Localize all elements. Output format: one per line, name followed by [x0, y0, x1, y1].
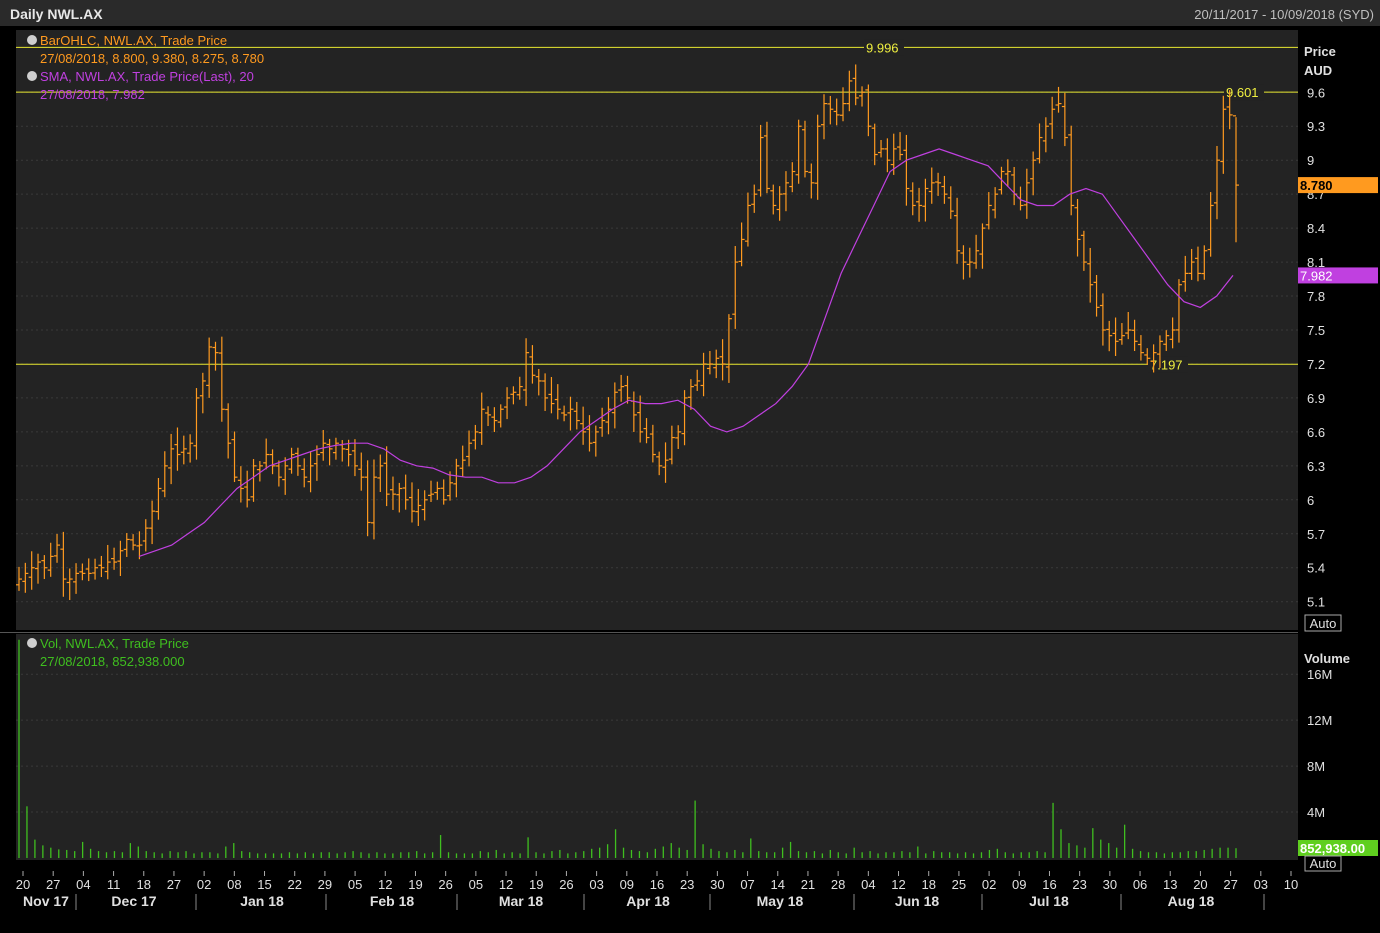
volume-last-tag-text: 852,938.00 — [1300, 841, 1365, 856]
x-day-label: 27 — [167, 877, 181, 892]
chart-title: Daily NWL.AX — [10, 6, 103, 22]
x-day-label: 03 — [589, 877, 603, 892]
x-day-label: 21 — [801, 877, 815, 892]
price-tick-label: 9.6 — [1307, 85, 1325, 100]
price-tick-label: 6.6 — [1307, 425, 1325, 440]
x-day-label: 23 — [680, 877, 694, 892]
x-day-label: 05 — [469, 877, 483, 892]
legend-sma-icon[interactable] — [27, 71, 37, 81]
volume-tick-label: 16M — [1307, 667, 1332, 682]
x-day-label: 30 — [1103, 877, 1117, 892]
x-day-label: 16 — [650, 877, 664, 892]
x-day-label: 04 — [76, 877, 90, 892]
x-day-label: 08 — [227, 877, 241, 892]
x-day-label: 20 — [1193, 877, 1207, 892]
price-tick-label: 5.7 — [1307, 527, 1325, 542]
volume-auto-label: Auto — [1310, 856, 1337, 871]
x-day-label: 12 — [378, 877, 392, 892]
legend-vol-icon[interactable] — [27, 638, 37, 648]
horizontal-line-label: 9.601 — [1226, 85, 1259, 100]
title-bar — [0, 0, 1380, 26]
x-day-label: 29 — [318, 877, 332, 892]
x-month-label: Apr 18 — [626, 893, 670, 909]
price-tick-label: 6.3 — [1307, 459, 1325, 474]
horizontal-line-label: 9.996 — [866, 40, 899, 55]
x-day-label: 26 — [559, 877, 573, 892]
x-day-label: 18 — [137, 877, 151, 892]
x-day-label: 28 — [831, 877, 845, 892]
price-axis-currency: AUD — [1304, 63, 1332, 78]
price-tick-label: 6 — [1307, 493, 1314, 508]
legend-ohlc-values: 27/08/2018, 8.800, 9.380, 8.275, 8.780 — [40, 51, 264, 66]
x-day-label: 27 — [46, 877, 60, 892]
x-day-label: 02 — [982, 877, 996, 892]
x-day-label: 03 — [1254, 877, 1268, 892]
price-tick-label: 7.2 — [1307, 357, 1325, 372]
volume-axis-title: Volume — [1304, 651, 1350, 666]
x-day-label: 19 — [529, 877, 543, 892]
legend-vol-title: Vol, NWL.AX, Trade Price — [40, 636, 189, 651]
x-day-label: 22 — [287, 877, 301, 892]
price-tick-label: 7.5 — [1307, 323, 1325, 338]
date-range: 20/11/2017 - 10/09/2018 (SYD) — [1194, 7, 1374, 22]
x-month-label: Jan 18 — [240, 893, 284, 909]
x-month-label: Mar 18 — [499, 893, 544, 909]
volume-plot-area[interactable] — [16, 634, 1298, 860]
x-day-label: 15 — [257, 877, 271, 892]
x-month-label: Jun 18 — [895, 893, 940, 909]
x-day-label: 27 — [1223, 877, 1237, 892]
x-day-label: 06 — [1133, 877, 1147, 892]
x-month-label: May 18 — [757, 893, 804, 909]
stock-chart: Daily NWL.AX 20/11/2017 - 10/09/2018 (SY… — [0, 0, 1380, 933]
legend-sma-values: 27/08/2018, 7.982 — [40, 87, 145, 102]
x-month-label: Aug 18 — [1168, 893, 1215, 909]
price-tick-label: 9 — [1307, 153, 1314, 168]
legend-ohlc-title: BarOHLC, NWL.AX, Trade Price — [40, 33, 227, 48]
x-month-label: Jul 18 — [1029, 893, 1069, 909]
x-day-label: 04 — [861, 877, 875, 892]
x-day-label: 30 — [710, 877, 724, 892]
sma-tag-text: 7.982 — [1300, 268, 1333, 283]
volume-tick-label: 8M — [1307, 759, 1325, 774]
x-day-label: 20 — [16, 877, 30, 892]
volume-tick-label: 4M — [1307, 805, 1325, 820]
price-tick-label: 5.4 — [1307, 561, 1325, 576]
x-day-label: 25 — [952, 877, 966, 892]
price-axis-title: Price — [1304, 44, 1336, 59]
legend-vol-values: 27/08/2018, 852,938.000 — [40, 654, 185, 669]
price-tick-label: 7.8 — [1307, 289, 1325, 304]
x-day-label: 19 — [408, 877, 422, 892]
x-day-label: 12 — [891, 877, 905, 892]
x-day-label: 07 — [740, 877, 754, 892]
x-day-label: 09 — [620, 877, 634, 892]
last-price-tag-text: 8.780 — [1300, 178, 1333, 193]
x-day-label: 12 — [499, 877, 513, 892]
x-day-label: 02 — [197, 877, 211, 892]
legend-sma-title: SMA, NWL.AX, Trade Price(Last), 20 — [40, 69, 254, 84]
horizontal-line-label: 7.197 — [1150, 357, 1183, 372]
x-day-label: 11 — [107, 877, 121, 892]
price-auto-label: Auto — [1310, 616, 1337, 631]
x-day-label: 10 — [1284, 877, 1298, 892]
x-month-label: Nov 17 — [23, 893, 69, 909]
volume-tick-label: 12M — [1307, 713, 1332, 728]
x-day-label: 09 — [1012, 877, 1026, 892]
legend-ohlc-icon[interactable] — [27, 35, 37, 45]
x-day-label: 05 — [348, 877, 362, 892]
x-day-label: 13 — [1163, 877, 1177, 892]
x-day-label: 23 — [1072, 877, 1086, 892]
price-tick-label: 9.3 — [1307, 119, 1325, 134]
price-tick-label: 8.4 — [1307, 221, 1325, 236]
x-day-label: 18 — [921, 877, 935, 892]
x-day-label: 26 — [438, 877, 452, 892]
x-month-label: Dec 17 — [111, 893, 156, 909]
x-day-label: 16 — [1042, 877, 1056, 892]
price-tick-label: 6.9 — [1307, 391, 1325, 406]
x-day-label: 14 — [771, 877, 785, 892]
x-month-label: Feb 18 — [370, 893, 415, 909]
price-tick-label: 5.1 — [1307, 595, 1325, 610]
